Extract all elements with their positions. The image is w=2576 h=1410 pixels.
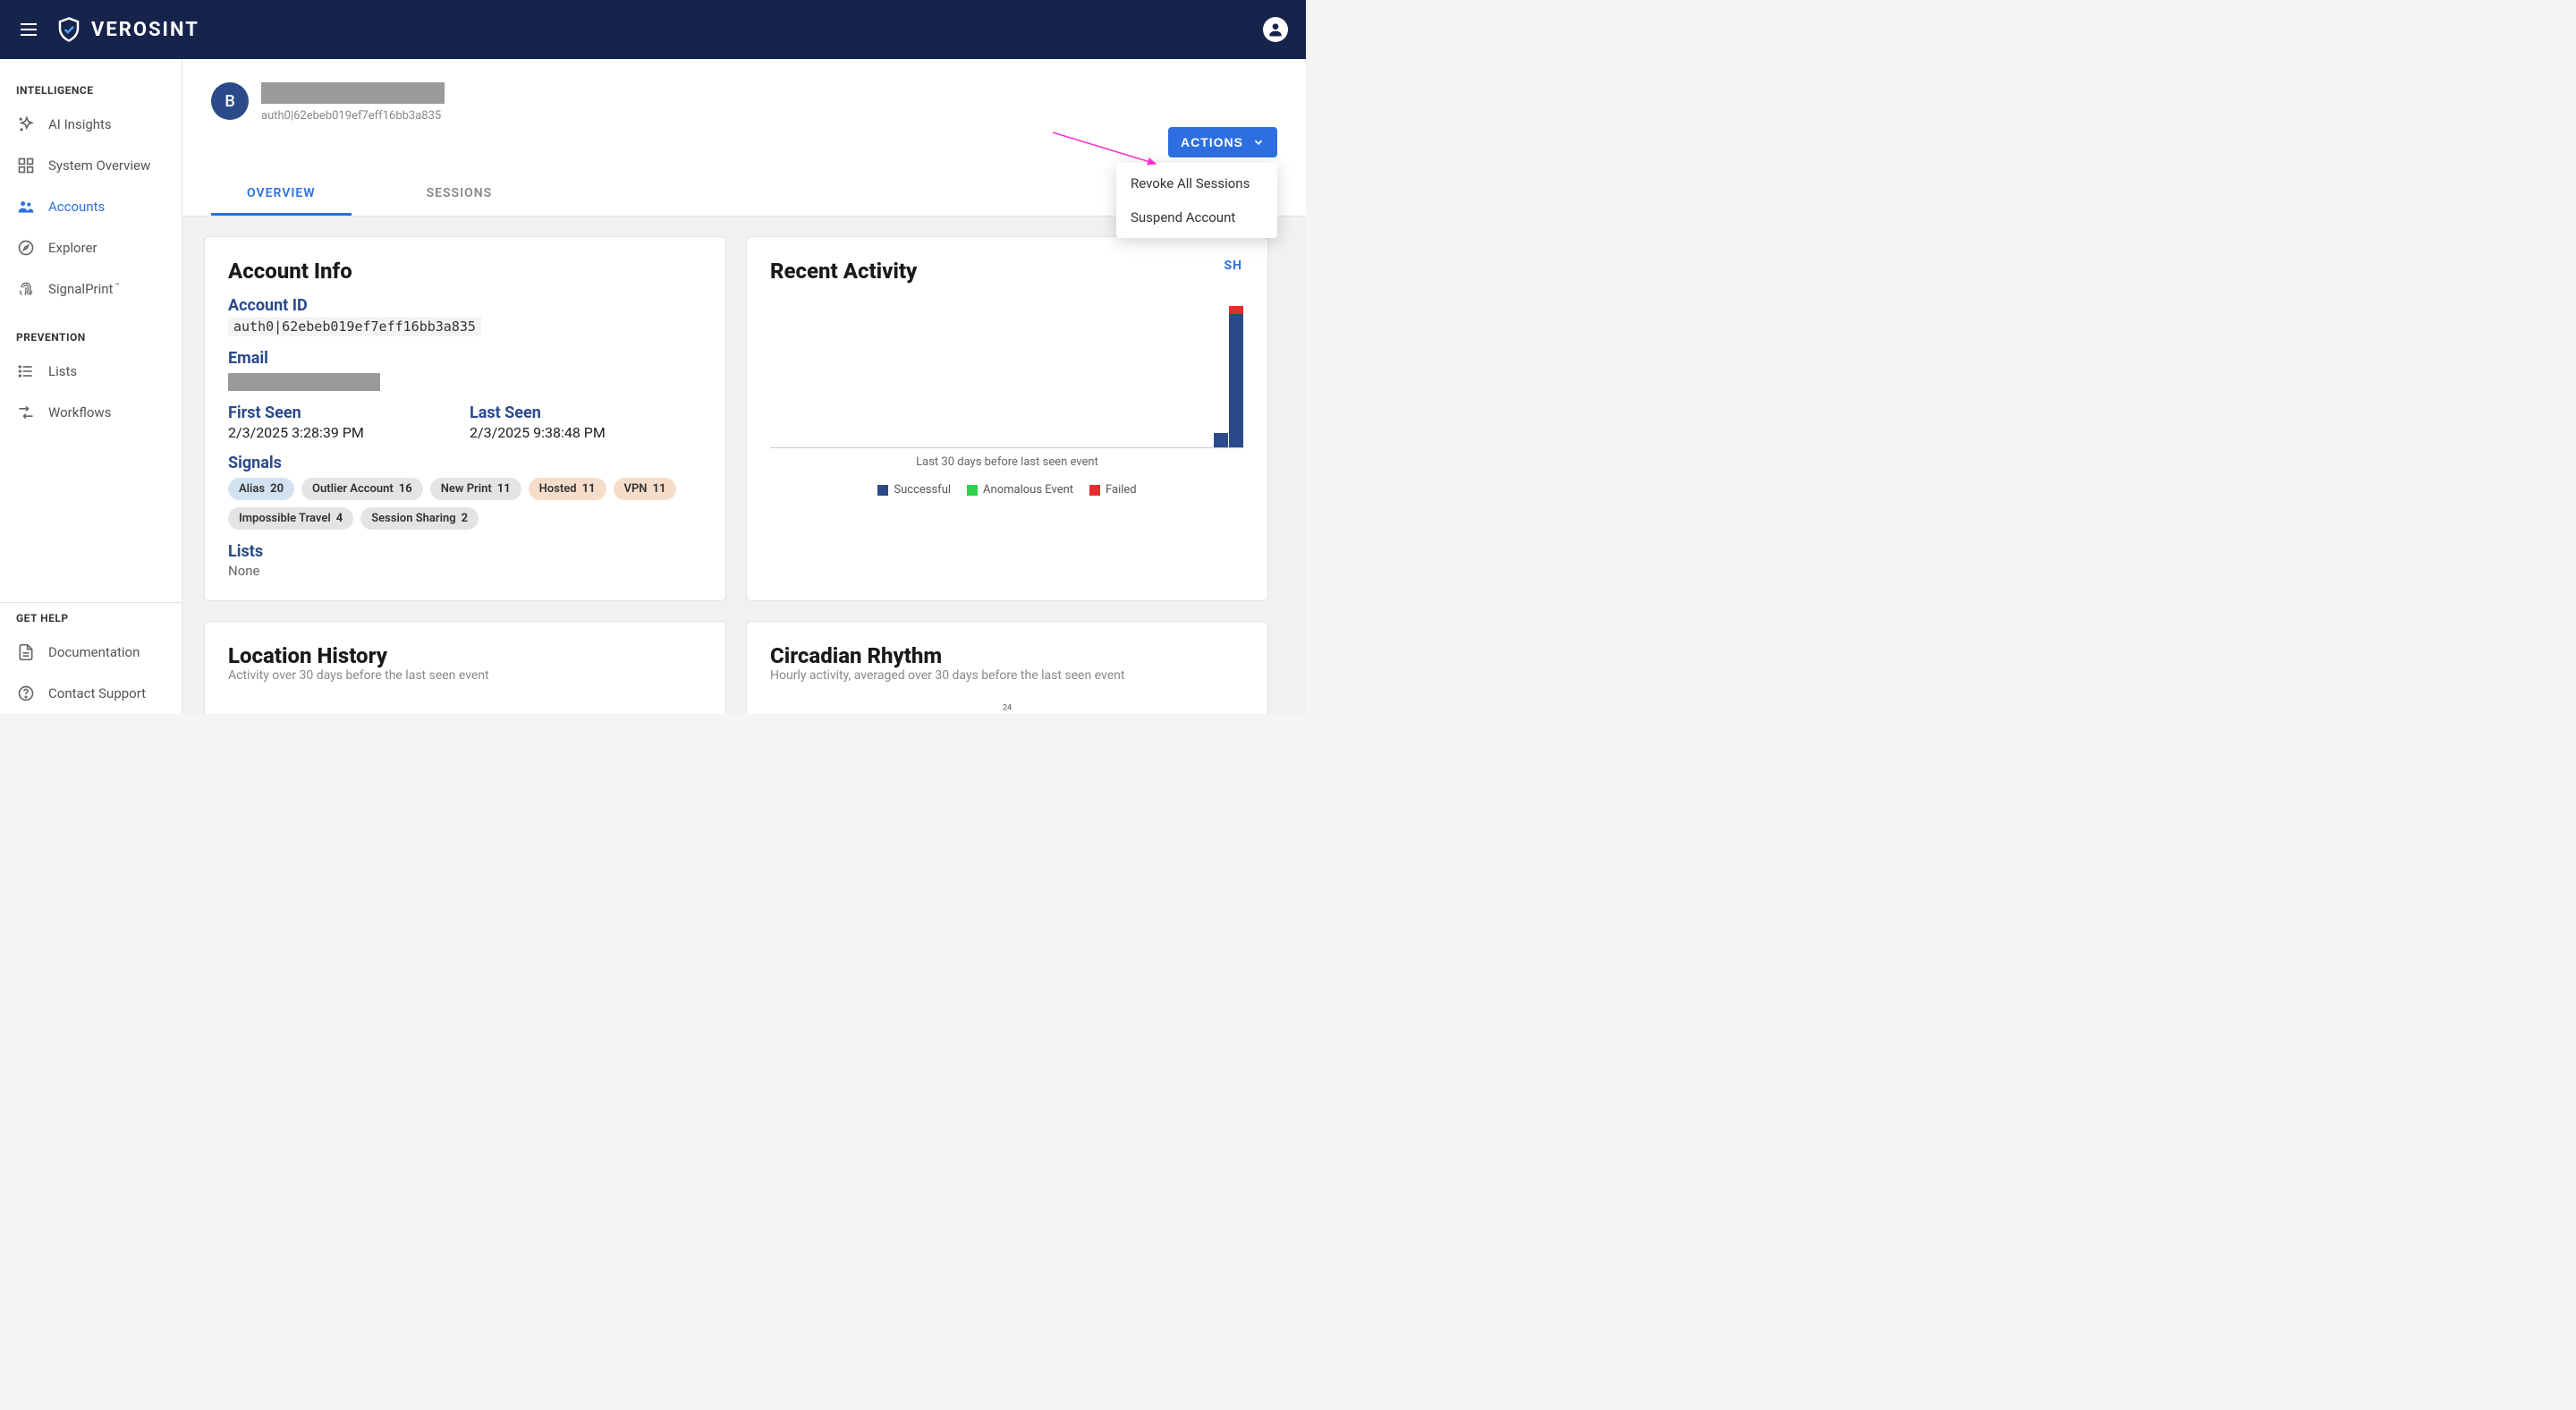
legend-item: Failed — [1089, 483, 1137, 497]
signal-chip[interactable]: Outlier Account16 — [301, 478, 423, 500]
sidebar-item-workflows[interactable]: Workflows — [0, 392, 182, 433]
sidebar: INTELLIGENCE AI Insights System Overview… — [0, 59, 182, 714]
menu-item-suspend-account[interactable]: Suspend Account — [1116, 200, 1277, 234]
circadian-chart: 24 02 04 22 20 — [873, 690, 1141, 714]
tab-overview[interactable]: OVERVIEW — [211, 177, 352, 216]
value-lists: None — [228, 563, 702, 579]
account-avatar: B — [211, 82, 249, 120]
label-email: Email — [228, 349, 702, 368]
account-info-card: Account Info Account ID auth0|62ebeb019e… — [204, 236, 726, 601]
card-title: Account Info — [228, 259, 702, 284]
legend-item: Successful — [877, 483, 951, 497]
signal-chip[interactable]: Alias20 — [228, 478, 294, 500]
sidebar-item-accounts[interactable]: Accounts — [0, 186, 182, 227]
card-subtitle: Hourly activity, averaged over 30 days b… — [770, 668, 1244, 683]
sidebar-item-label: Documentation — [48, 644, 140, 660]
value-first-seen: 2/3/2025 3:28:39 PM — [228, 424, 461, 441]
actions-button-label: ACTIONS — [1181, 135, 1243, 149]
sidebar-item-label: Contact Support — [48, 685, 146, 701]
account-id-subtext: auth0|62ebeb019ef7eff16bb3a835 — [261, 109, 445, 123]
chevron-down-icon — [1252, 136, 1265, 149]
workflow-icon — [16, 403, 36, 422]
card-title: Location History — [228, 643, 702, 668]
chart-bar — [1229, 306, 1243, 447]
brand[interactable]: VEROSINT — [55, 16, 199, 43]
page-header: B auth0|62ebeb019ef7eff16bb3a835 ACTIONS — [182, 59, 1306, 217]
label-first-seen: First Seen — [228, 403, 461, 422]
list-icon — [16, 361, 36, 381]
sidebar-item-label: Explorer — [48, 240, 97, 256]
tab-sessions[interactable]: SESSIONS — [391, 177, 529, 216]
main-content: B auth0|62ebeb019ef7eff16bb3a835 ACTIONS — [182, 59, 1306, 714]
sidebar-item-explorer[interactable]: Explorer — [0, 227, 182, 268]
label-account-id: Account ID — [228, 296, 702, 315]
card-title: Circadian Rhythm — [770, 643, 1244, 668]
sidebar-item-label: Workflows — [48, 404, 111, 420]
compass-icon — [16, 238, 36, 258]
sidebar-heading-intelligence: INTELLIGENCE — [0, 75, 182, 104]
account-name-redacted — [261, 82, 445, 104]
card-subtitle: Activity over 30 days before the last se… — [228, 668, 702, 683]
sidebar-item-contact-support[interactable]: Contact Support — [0, 673, 182, 714]
label-lists: Lists — [228, 542, 702, 561]
circadian-rhythm-card: Circadian Rhythm Hourly activity, averag… — [746, 621, 1268, 714]
document-icon — [16, 642, 36, 662]
signal-chip[interactable]: New Print11 — [430, 478, 521, 500]
sidebar-item-system-overview[interactable]: System Overview — [0, 145, 182, 186]
legend-item: Anomalous Event — [967, 483, 1073, 497]
dashboard-icon — [16, 156, 36, 175]
help-icon — [16, 684, 36, 703]
signal-chips: Alias20 Outlier Account16 New Print11 Hoste… — [228, 478, 702, 530]
actions-dropdown-menu: Revoke All Sessions Suspend Account — [1116, 163, 1277, 238]
chart-legend: Successful Anomalous Event Failed — [770, 483, 1244, 497]
shield-check-icon — [55, 16, 82, 43]
sparkles-icon — [16, 115, 36, 134]
sidebar-item-documentation[interactable]: Documentation — [0, 632, 182, 673]
sidebar-item-label: SignalPrint™ — [48, 281, 119, 297]
menu-icon[interactable] — [18, 19, 39, 40]
show-button-partial[interactable]: SH — [1224, 259, 1242, 273]
signal-chip[interactable]: Session Sharing2 — [360, 507, 479, 530]
location-history-card: Location History Activity over 30 days b… — [204, 621, 726, 714]
svg-text:24: 24 — [1003, 704, 1012, 713]
sidebar-item-label: Accounts — [48, 199, 105, 215]
sidebar-item-signalprint[interactable]: SignalPrint™ — [0, 268, 182, 310]
actions-button[interactable]: ACTIONS — [1168, 127, 1277, 157]
sidebar-item-ai-insights[interactable]: AI Insights — [0, 104, 182, 145]
sidebar-item-lists[interactable]: Lists — [0, 351, 182, 392]
signal-chip[interactable]: Hosted11 — [529, 478, 606, 500]
sidebar-heading-prevention: PREVENTION — [0, 322, 182, 351]
recent-activity-card: SH Recent Activity Last 30 days before l… — [746, 236, 1268, 601]
value-last-seen: 2/3/2025 9:38:48 PM — [470, 424, 702, 441]
label-signals: Signals — [228, 454, 702, 472]
value-account-id: auth0|62ebeb019ef7eff16bb3a835 — [228, 317, 481, 336]
signal-chip[interactable]: Impossible Travel4 — [228, 507, 353, 530]
chart-bar — [1214, 433, 1228, 447]
sidebar-item-label: AI Insights — [48, 116, 112, 132]
people-icon — [16, 197, 36, 217]
sidebar-item-label: Lists — [48, 363, 77, 379]
user-avatar-icon[interactable] — [1263, 17, 1288, 42]
sidebar-item-label: System Overview — [48, 157, 150, 174]
top-navbar: VEROSINT — [0, 0, 1306, 59]
value-email-redacted — [228, 373, 380, 391]
signal-chip[interactable]: VPN11 — [614, 478, 677, 500]
sidebar-heading-get-help: GET HELP — [0, 603, 182, 632]
menu-item-revoke-all-sessions[interactable]: Revoke All Sessions — [1116, 166, 1277, 200]
fingerprint-icon — [16, 279, 36, 299]
label-last-seen: Last Seen — [470, 403, 702, 422]
chart-caption: Last 30 days before last seen event — [770, 455, 1244, 469]
card-title: Recent Activity — [770, 259, 1244, 284]
recent-activity-chart — [770, 296, 1244, 448]
brand-name: VEROSINT — [91, 19, 199, 41]
